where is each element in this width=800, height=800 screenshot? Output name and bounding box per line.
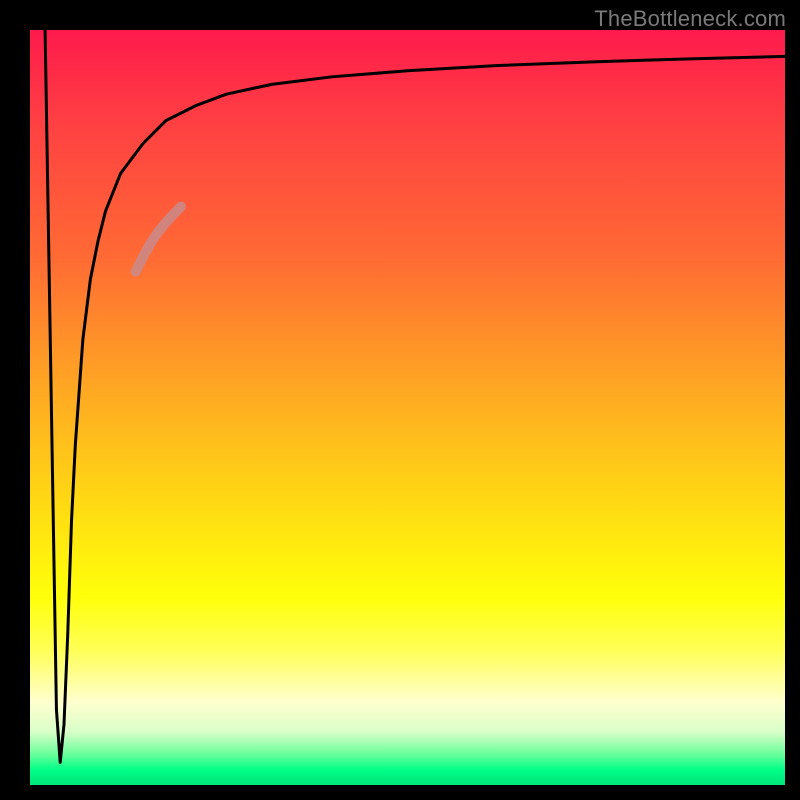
bottleneck-curve: [45, 30, 785, 762]
curve-layer: [45, 30, 785, 762]
plot-area: [30, 30, 785, 785]
highlight-segment: [136, 207, 181, 272]
attribution-text: TheBottleneck.com: [594, 6, 786, 32]
chart-svg: [30, 30, 785, 785]
chart-frame: TheBottleneck.com: [0, 0, 800, 800]
